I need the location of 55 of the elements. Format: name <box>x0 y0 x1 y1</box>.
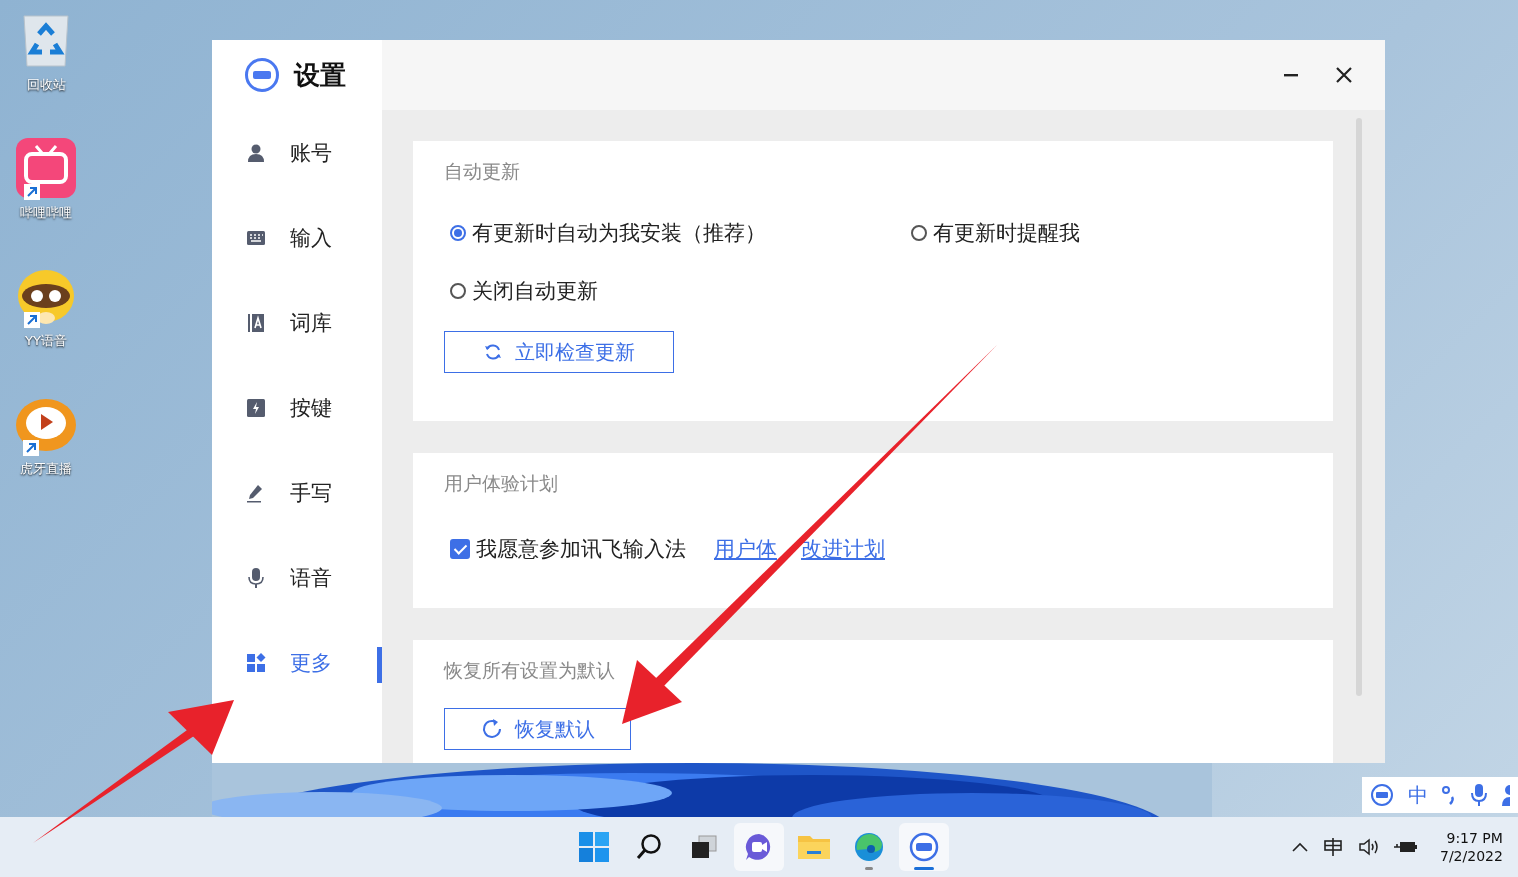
grid-icon <box>246 652 266 673</box>
windows-logo-icon <box>579 832 609 862</box>
radio-option[interactable]: 关闭自动更新 <box>450 277 911 305</box>
bolt-icon <box>246 397 266 418</box>
recycle-bin-icon[interactable] <box>21 12 71 68</box>
running-indicator <box>865 867 873 870</box>
sidebar-item[interactable]: 语音 <box>212 535 382 620</box>
app-logo-icon[interactable] <box>1370 783 1394 807</box>
mic-icon <box>246 567 266 588</box>
checkbox[interactable] <box>450 539 470 559</box>
clock-time[interactable]: 9:17 PM <box>1446 830 1503 846</box>
clock-date[interactable]: 7/2/2022 <box>1440 848 1503 864</box>
section-title: 用户体验计划 <box>444 471 559 496</box>
checkbox-label: 我愿意参加讯飞输入法 <box>476 536 686 563</box>
input-mode-toggle[interactable]: 中 <box>1408 781 1428 809</box>
volume-icon[interactable] <box>1358 837 1380 857</box>
section-title: 恢复所有设置为默认 <box>444 658 616 683</box>
reset-icon <box>480 718 503 740</box>
sidebar-item[interactable]: 词库 <box>212 280 382 365</box>
plan-link[interactable]: 用户体 <box>714 535 777 563</box>
caret-up-icon[interactable] <box>1292 842 1308 852</box>
radio-button[interactable] <box>911 225 927 241</box>
sidebar-item[interactable]: 输入 <box>212 195 382 280</box>
running-indicator <box>914 867 934 870</box>
tv-app-icon[interactable] <box>16 138 76 198</box>
radio-option[interactable]: 有更新时提醒我 <box>911 219 1302 247</box>
microphone-icon[interactable] <box>1470 784 1488 806</box>
person-icon <box>246 142 266 163</box>
punctuation-icon[interactable] <box>1442 785 1456 805</box>
sidebar-item[interactable]: 更多 <box>212 620 382 705</box>
dictionary-icon <box>246 312 266 333</box>
close-icon[interactable] <box>1335 66 1353 84</box>
shortcut-arrow-icon <box>24 312 40 328</box>
radio-button[interactable] <box>450 225 466 241</box>
restore-default-button[interactable]: 恢复默认 <box>444 708 631 750</box>
user-icon[interactable] <box>1502 784 1510 806</box>
check-update-button[interactable]: 立即检查更新 <box>444 331 674 373</box>
sidebar-item[interactable]: 按键 <box>212 365 382 450</box>
folder-icon <box>798 833 830 861</box>
section-title: 自动更新 <box>444 159 521 184</box>
radio-button[interactable] <box>450 283 466 299</box>
window-title: 设置 <box>294 58 346 92</box>
ime-icon[interactable] <box>1322 837 1344 857</box>
browser-icon <box>854 832 884 862</box>
refresh-icon <box>483 342 503 362</box>
search-icon <box>635 833 663 861</box>
shortcut-arrow-icon <box>24 184 40 200</box>
app-logo-icon <box>909 832 939 862</box>
plan-link[interactable]: 改进计划 <box>801 535 885 563</box>
radio-option[interactable]: 有更新时自动为我安装（推荐） <box>450 219 911 247</box>
sidebar-item[interactable]: 账号 <box>212 110 382 195</box>
shortcut-arrow-icon <box>23 440 39 456</box>
app-logo-icon <box>244 57 280 93</box>
task-view-icon <box>690 834 718 860</box>
sidebar-item[interactable]: 手写 <box>212 450 382 535</box>
